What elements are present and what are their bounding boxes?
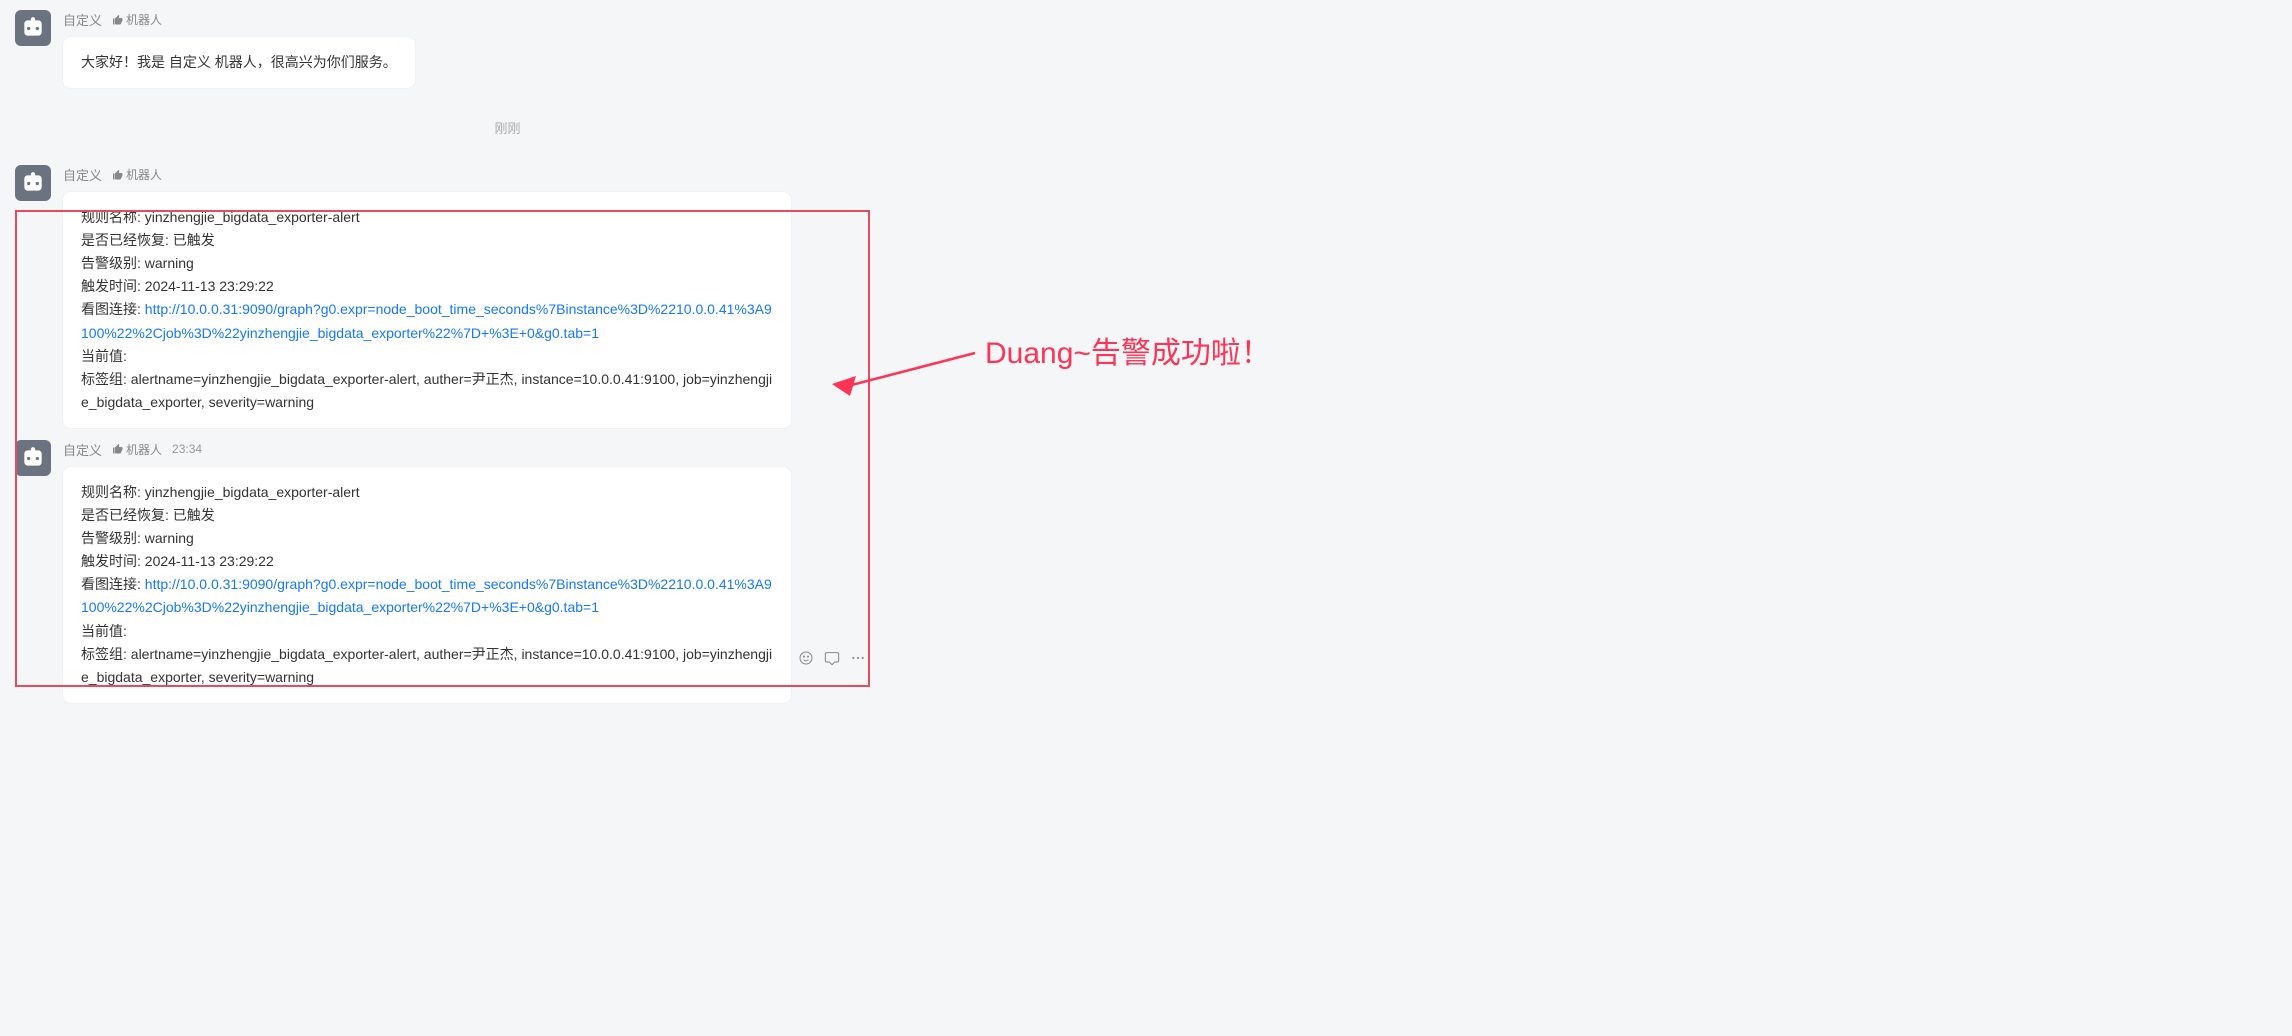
level-label: 告警级别: bbox=[81, 530, 141, 546]
sender-row: 自定义 机器人 bbox=[63, 10, 985, 29]
status-label: 是否已经恢复: bbox=[81, 232, 169, 248]
message-bubble[interactable]: 大家好！我是 自定义 机器人，很高兴为你们服务。 bbox=[63, 37, 415, 88]
bot-tag-text: 机器人 bbox=[126, 441, 162, 458]
trigger-value: 2024-11-13 23:29:22 bbox=[145, 553, 274, 569]
bot-tag-text: 机器人 bbox=[126, 166, 162, 183]
trigger-label: 触发时间: bbox=[81, 278, 141, 294]
thumb-icon bbox=[112, 443, 124, 455]
rule-label: 规则名称: bbox=[81, 484, 141, 500]
bot-tag: 机器人 bbox=[112, 441, 162, 458]
status-value: 已触发 bbox=[173, 507, 215, 523]
more-icon[interactable] bbox=[849, 649, 867, 667]
link-label: 看图连接: bbox=[81, 301, 141, 317]
current-label: 当前值: bbox=[81, 348, 127, 364]
rule-label: 规则名称: bbox=[81, 209, 141, 225]
message-bubble[interactable]: 规则名称: yinzhengjie_bigdata_exporter-alert… bbox=[63, 467, 791, 703]
bot-avatar bbox=[15, 440, 51, 476]
status-label: 是否已经恢复: bbox=[81, 507, 169, 523]
current-label: 当前值: bbox=[81, 623, 127, 639]
thumb-icon bbox=[112, 14, 124, 26]
level-label: 告警级别: bbox=[81, 255, 141, 271]
tags-value: alertname=yinzhengjie_bigdata_exporter-a… bbox=[81, 646, 772, 685]
message-time: 23:34 bbox=[172, 442, 202, 456]
status-value: 已触发 bbox=[173, 232, 215, 248]
trigger-value: 2024-11-13 23:29:22 bbox=[145, 278, 274, 294]
level-value: warning bbox=[145, 255, 194, 271]
annotation-text: Duang~告警成功啦！ bbox=[985, 328, 1271, 372]
emoji-reaction-icon[interactable] bbox=[797, 649, 815, 667]
tags-label: 标签组: bbox=[81, 646, 127, 662]
sender-row: 自定义 机器人 23:34 bbox=[63, 440, 985, 459]
message-action-bar bbox=[797, 649, 867, 667]
intro-text: 大家好！我是 自定义 机器人，很高兴为你们服务。 bbox=[81, 54, 397, 70]
thumb-icon bbox=[112, 169, 124, 181]
graph-link[interactable]: http://10.0.0.31:9090/graph?g0.expr=node… bbox=[81, 301, 772, 340]
rule-value: yinzhengjie_bigdata_exporter-alert bbox=[145, 484, 360, 500]
bot-avatar bbox=[15, 10, 51, 46]
message-row: 自定义 机器人 大家好！我是 自定义 机器人，很高兴为你们服务。 bbox=[15, 10, 985, 88]
level-value: warning bbox=[145, 530, 194, 546]
sender-name: 自定义 bbox=[63, 440, 102, 459]
message-row: 自定义 机器人 规则名称: yinzhengjie_bigdata_export… bbox=[15, 165, 985, 428]
sender-name: 自定义 bbox=[63, 10, 102, 29]
tags-value: alertname=yinzhengjie_bigdata_exporter-a… bbox=[81, 371, 772, 410]
link-label: 看图连接: bbox=[81, 576, 141, 592]
graph-link[interactable]: http://10.0.0.31:9090/graph?g0.expr=node… bbox=[81, 576, 772, 615]
sender-row: 自定义 机器人 bbox=[63, 165, 985, 184]
tags-label: 标签组: bbox=[81, 371, 127, 387]
trigger-label: 触发时间: bbox=[81, 553, 141, 569]
bot-tag: 机器人 bbox=[112, 11, 162, 28]
comment-icon[interactable] bbox=[823, 649, 841, 667]
timeline-mark: 刚刚 bbox=[15, 100, 1000, 165]
bot-avatar bbox=[15, 165, 51, 201]
bot-tag-text: 机器人 bbox=[126, 11, 162, 28]
rule-value: yinzhengjie_bigdata_exporter-alert bbox=[145, 209, 360, 225]
message-bubble[interactable]: 规则名称: yinzhengjie_bigdata_exporter-alert… bbox=[63, 192, 791, 428]
bot-tag: 机器人 bbox=[112, 166, 162, 183]
sender-name: 自定义 bbox=[63, 165, 102, 184]
